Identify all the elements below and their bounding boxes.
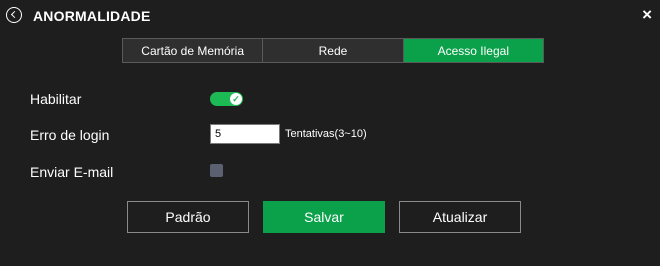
- tab-memory-card[interactable]: Cartão de Memória: [123, 39, 264, 62]
- default-button[interactable]: Padrão: [127, 201, 249, 233]
- tab-illegal-access[interactable]: Acesso Ilegal: [403, 39, 543, 62]
- enable-label: Habilitar: [30, 91, 82, 107]
- send-email-label: Enviar E-mail: [30, 164, 114, 180]
- tab-bar: Cartão de Memória Rede Acesso Ilegal: [122, 38, 544, 63]
- close-icon[interactable]: ×: [642, 6, 652, 23]
- title-bar: ANORMALIDADE ×: [0, 0, 660, 32]
- tab-network[interactable]: Rede: [263, 39, 404, 62]
- send-email-checkbox[interactable]: [210, 164, 223, 177]
- login-error-label: Erro de login: [30, 127, 110, 143]
- login-attempts-input[interactable]: [210, 124, 280, 144]
- save-button[interactable]: Salvar: [263, 201, 385, 233]
- check-icon: ✓: [230, 93, 242, 105]
- enable-toggle[interactable]: ✓: [210, 92, 243, 106]
- page-title: ANORMALIDADE: [33, 8, 151, 24]
- refresh-button[interactable]: Atualizar: [399, 201, 521, 233]
- login-attempts-hint: Tentativas(3~10): [285, 128, 367, 140]
- back-circle-icon[interactable]: [6, 7, 22, 23]
